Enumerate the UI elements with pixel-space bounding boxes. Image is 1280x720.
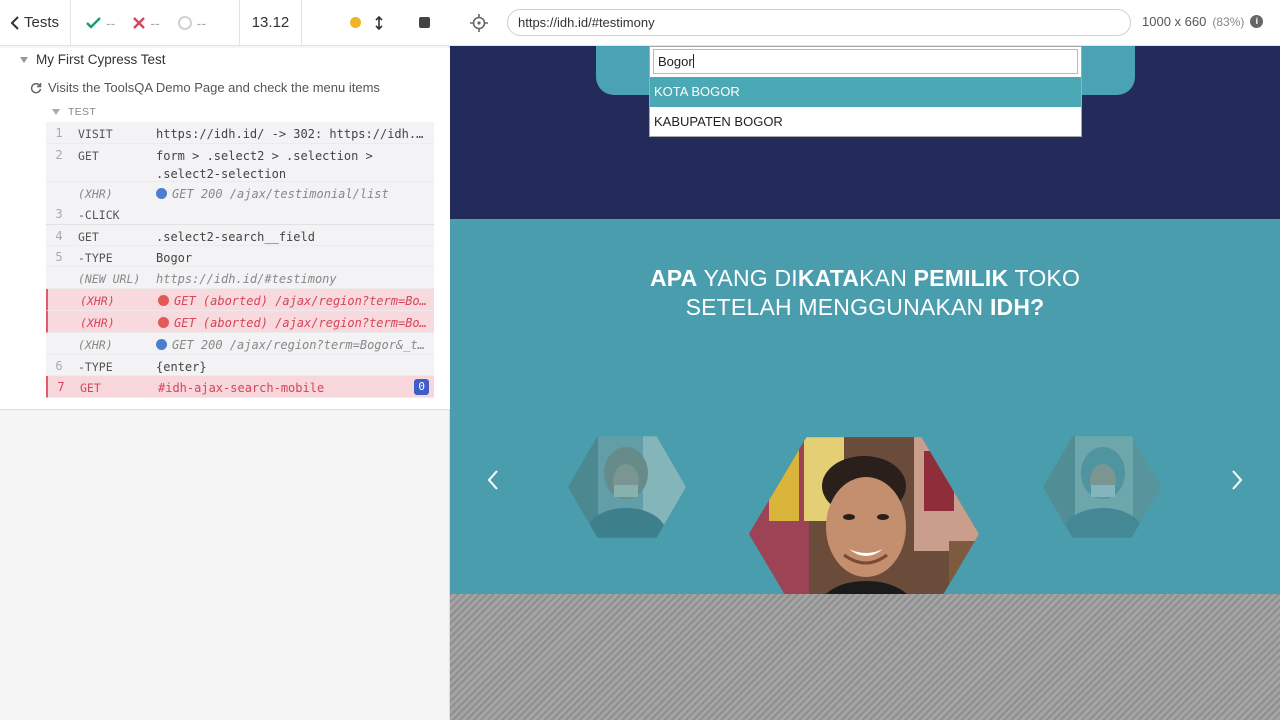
xhr-status-icon <box>156 188 167 199</box>
command-row-xhr[interactable]: (XHR) GET 200 /ajax/testimonial/list 3 -… <box>46 182 434 224</box>
testimonial-photo-center[interactable] <box>749 437 979 594</box>
stop-button[interactable] <box>419 17 430 28</box>
aut-iframe: Bogor KOTA BOGOR KABUPATEN BOGOR APA YAN… <box>450 46 1280 594</box>
viewport-info[interactable]: 1000 x 660 (83%) i <box>1142 14 1264 29</box>
hero-section: Bogor KOTA BOGOR KABUPATEN BOGOR <box>450 46 1280 219</box>
headline-line-2: SETELAH MENGGUNAKAN IDH? <box>685 294 1045 320</box>
x-icon <box>133 16 146 29</box>
testimonial-photo-right[interactable] <box>1043 436 1161 538</box>
element-count-badge: 0 <box>414 379 429 395</box>
command-row[interactable]: 6 -TYPE {enter} <box>46 355 434 376</box>
testimonial-photo-left[interactable] <box>568 436 686 538</box>
failed-stat: -- <box>133 15 160 31</box>
testimonial-section: APA YANG DIKATAKAN PEMILIK TOKO SETELAH … <box>450 219 1280 594</box>
reporter-header: Tests -- -- -- 13.12 <box>0 0 450 46</box>
app-under-test-panel: https://idh.id/#testimony 1000 x 660 (83… <box>450 0 1280 720</box>
carousel-prev-icon[interactable] <box>486 469 500 491</box>
selector-playground-icon[interactable] <box>470 14 488 32</box>
command-row-new-url[interactable]: (NEW URL) https://idh.id/#testimony <box>46 267 434 289</box>
region-dropdown: Bogor KOTA BOGOR KABUPATEN BOGOR <box>649 46 1082 137</box>
xhr-status-icon <box>156 339 167 350</box>
caret-down-icon <box>52 109 60 115</box>
running-indicator-icon <box>350 17 361 28</box>
command-list: 1 VISIT https://idh.id/ -> 302: https://… <box>46 122 434 398</box>
xhr-aborted-icon <box>158 295 169 306</box>
passed-stat: -- <box>86 15 115 31</box>
person-photo <box>749 437 979 594</box>
command-row-xhr-aborted[interactable]: (XHR) GET (aborted) /ajax/region?term=Bo… <box>46 289 434 311</box>
command-row-xhr-aborted[interactable]: (XHR) GET (aborted) /ajax/region?term=Bo… <box>46 311 434 333</box>
tests-label: Tests <box>24 14 60 31</box>
command-row[interactable]: 2 GET form > .select2 > .selection > .se… <box>46 144 434 182</box>
person-photo <box>1043 436 1161 538</box>
aut-header: https://idh.id/#testimony 1000 x 660 (83… <box>450 0 1280 46</box>
viewport-outside-area <box>450 594 1280 720</box>
caret-down-icon <box>20 56 28 63</box>
suite-title[interactable]: My First Cypress Test <box>20 52 166 67</box>
run-controls <box>302 0 450 46</box>
viewport-scale: (83%) <box>1212 14 1245 29</box>
pending-stat: -- <box>177 15 206 31</box>
xhr-aborted-icon <box>158 317 169 328</box>
circle-pending-icon <box>177 15 192 30</box>
test-title[interactable]: Visits the ToolsQA Demo Page and check t… <box>30 80 380 95</box>
dropdown-option-kabupaten-bogor[interactable]: KABUPATEN BOGOR <box>650 107 1081 137</box>
command-row-xhr-ok[interactable]: (XHR) GET 200 /ajax/region?term=Bogor&_t… <box>46 333 434 355</box>
region-search-input[interactable]: Bogor <box>653 49 1078 74</box>
check-icon <box>86 16 101 29</box>
command-row-failed[interactable]: 7 GET #idh-ajax-search-mobile 0 <box>46 376 434 398</box>
person-photo <box>568 436 686 538</box>
text-caret <box>692 54 694 68</box>
carousel-next-icon[interactable] <box>1230 469 1244 491</box>
command-row[interactable]: 4 GET .select2-search__field <box>46 224 434 246</box>
viewport-size: 1000 x 660 <box>1142 14 1207 29</box>
back-to-tests-button[interactable]: Tests <box>0 0 71 46</box>
command-log-panel: Tests -- -- -- 13.12 My First Cypress Te… <box>0 0 450 720</box>
headline-line-1: APA YANG DIKATAKAN PEMILIK TOKO <box>649 265 1081 291</box>
hook-title[interactable]: TEST <box>52 106 96 118</box>
auto-scroll-icon[interactable] <box>375 15 383 30</box>
testimonial-headline: APA YANG DIKATAKAN PEMILIK TOKO SETELAH … <box>450 264 1280 322</box>
url-bar[interactable]: https://idh.id/#testimony <box>507 9 1131 36</box>
duration: 13.12 <box>240 0 302 46</box>
info-icon: i <box>1250 15 1264 28</box>
chevron-left-icon <box>10 15 19 30</box>
command-row[interactable]: 5 -TYPE Bogor <box>46 246 434 267</box>
stats: -- -- -- <box>71 0 240 46</box>
suite: My First Cypress Test Visits the ToolsQA… <box>0 48 450 410</box>
dropdown-option-kota-bogor[interactable]: KOTA BOGOR <box>650 77 1081 107</box>
command-row[interactable]: 1 VISIT https://idh.id/ -> 302: https://… <box>46 122 434 144</box>
refresh-running-icon <box>30 82 42 93</box>
